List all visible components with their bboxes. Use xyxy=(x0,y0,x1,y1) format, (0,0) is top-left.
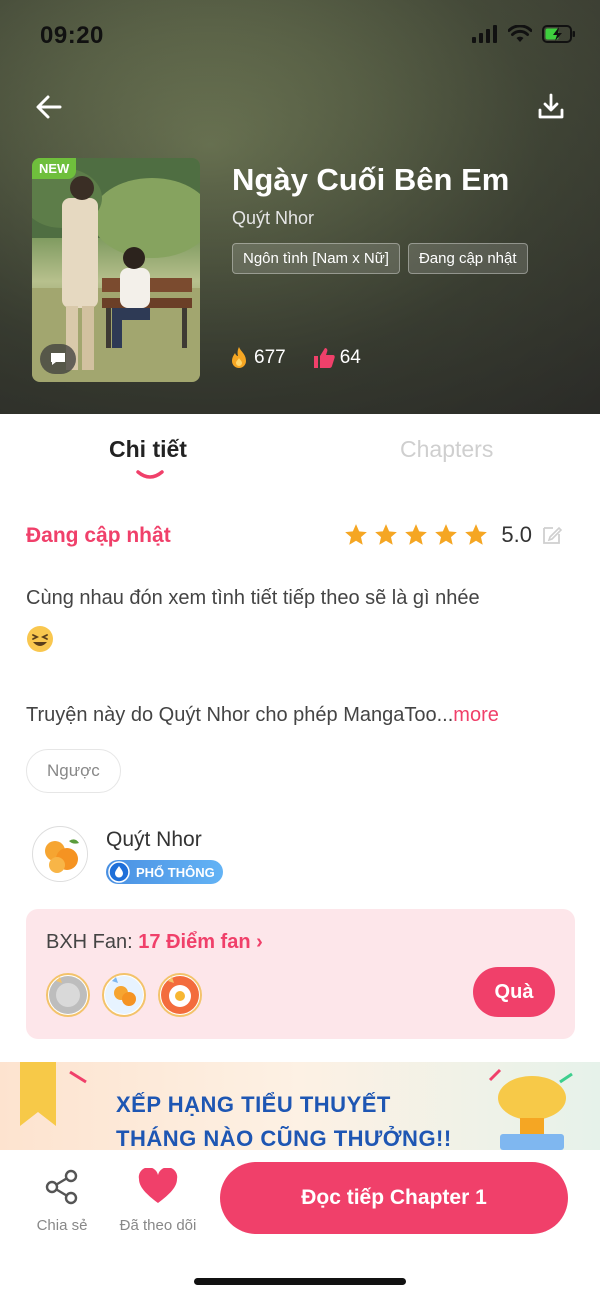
fire-stat: 677 xyxy=(228,346,286,370)
banner-line2: THÁNG NÀO CŨNG THƯỞNG!! xyxy=(116,1126,452,1150)
continue-reading-button[interactable]: Đọc tiếp Chapter 1 xyxy=(220,1162,568,1234)
like-stat: 64 xyxy=(312,347,361,369)
star-icon xyxy=(375,524,398,545)
promo-banner[interactable]: XẾP HẠNG TIỂU THUYẾT THÁNG NÀO CŨNG THƯỞ… xyxy=(0,1062,600,1150)
tab-detail[interactable]: Chi tiết xyxy=(109,436,187,463)
genre-chip[interactable]: Ngược xyxy=(26,749,121,793)
star-icon xyxy=(345,524,368,545)
gift-button[interactable]: Quà xyxy=(473,967,555,1017)
author-row[interactable]: Quýt Nhor PHỔ THÔNG xyxy=(32,826,572,890)
fan-avatar[interactable] xyxy=(102,973,146,1017)
home-indicator[interactable] xyxy=(194,1278,406,1285)
star-icon xyxy=(435,524,458,545)
heart-icon xyxy=(138,1167,178,1203)
tab-active-indicator xyxy=(136,470,164,479)
follow-button[interactable]: Đã theo dõi xyxy=(116,1167,200,1234)
fire-icon xyxy=(232,347,246,368)
more-link[interactable]: more xyxy=(453,704,499,726)
permission-text: Truyện này do Quýt Nhor cho phép MangaTo… xyxy=(26,704,586,727)
tab-bar: Chi tiết Chapters xyxy=(0,414,600,494)
battery-charging-icon xyxy=(542,25,576,43)
share-button[interactable]: Chia sẻ xyxy=(34,1168,90,1234)
download-button[interactable] xyxy=(534,90,568,124)
new-badge: NEW xyxy=(32,158,77,179)
signal-icon xyxy=(472,25,498,43)
thumbs-up-icon xyxy=(313,348,335,368)
story-tags: Ngôn tình [Nam x Nữ] Đang cập nhật xyxy=(232,243,528,274)
comment-icon[interactable] xyxy=(40,344,76,374)
fan-avatar[interactable] xyxy=(158,973,202,1017)
rating[interactable]: 5.0 xyxy=(343,522,564,548)
star-icon xyxy=(405,524,428,545)
laughing-emoji-icon xyxy=(27,626,53,652)
wifi-icon xyxy=(508,25,532,43)
fan-ranking-box[interactable]: BXH Fan: 17 Điểm fan › Quà xyxy=(26,909,575,1039)
bottom-bar: Chia sẻ Đã theo dõi Đọc tiếp Chapter 1 xyxy=(0,1150,600,1299)
follow-label: Đã theo dõi xyxy=(119,1217,197,1234)
download-icon xyxy=(538,93,564,119)
water-drop-icon xyxy=(108,861,130,883)
author-level-badge: PHỔ THÔNG xyxy=(106,860,223,884)
story-description: Cùng nhau đón xem tình tiết tiếp theo sẽ… xyxy=(26,587,480,609)
fan-points[interactable]: 17 Điểm fan › xyxy=(138,931,262,953)
status-bar: 09:20 xyxy=(0,0,600,72)
author-level-text: PHỔ THÔNG xyxy=(136,864,215,880)
arrow-left-icon xyxy=(36,95,62,119)
author-name[interactable]: Quýt Nhor xyxy=(106,828,202,852)
author-avatar[interactable] xyxy=(32,826,88,882)
edit-icon[interactable] xyxy=(540,523,564,547)
permission-text-content: Truyện này do Quýt Nhor cho phép MangaTo… xyxy=(26,704,454,726)
tab-chapters[interactable]: Chapters xyxy=(400,436,493,463)
share-icon xyxy=(45,1169,78,1205)
story-header: 09:20 NEW Ngày Cuối Bên Em Quýt Nhor Ngô… xyxy=(0,0,600,414)
story-cover[interactable]: NEW xyxy=(32,158,200,382)
story-title: Ngày Cuối Bên Em xyxy=(232,162,510,197)
share-label: Chia sẻ xyxy=(36,1217,88,1234)
banner-line1: XẾP HẠNG TIỂU THUYẾT xyxy=(116,1092,391,1117)
fan-ranking-prefix: BXH Fan: xyxy=(46,931,139,953)
fan-avatar[interactable] xyxy=(46,973,90,1017)
fan-avatars xyxy=(46,973,202,1017)
story-stats: 677 64 xyxy=(228,346,361,370)
star-icon xyxy=(465,524,488,545)
status-time: 09:20 xyxy=(40,22,104,49)
like-count: 64 xyxy=(339,347,361,368)
fan-ranking-label[interactable]: BXH Fan: 17 Điểm fan › xyxy=(46,931,263,954)
fire-count: 677 xyxy=(254,347,286,368)
tag-status[interactable]: Đang cập nhật xyxy=(407,243,528,274)
back-button[interactable] xyxy=(32,90,66,124)
tag-genre[interactable]: Ngôn tình [Nam x Nữ] xyxy=(232,243,400,274)
story-author[interactable]: Quýt Nhor xyxy=(232,208,314,229)
orange-avatar-image xyxy=(35,829,87,881)
rating-value: 5.0 xyxy=(501,522,532,547)
story-status: Đang cập nhật xyxy=(26,524,171,547)
